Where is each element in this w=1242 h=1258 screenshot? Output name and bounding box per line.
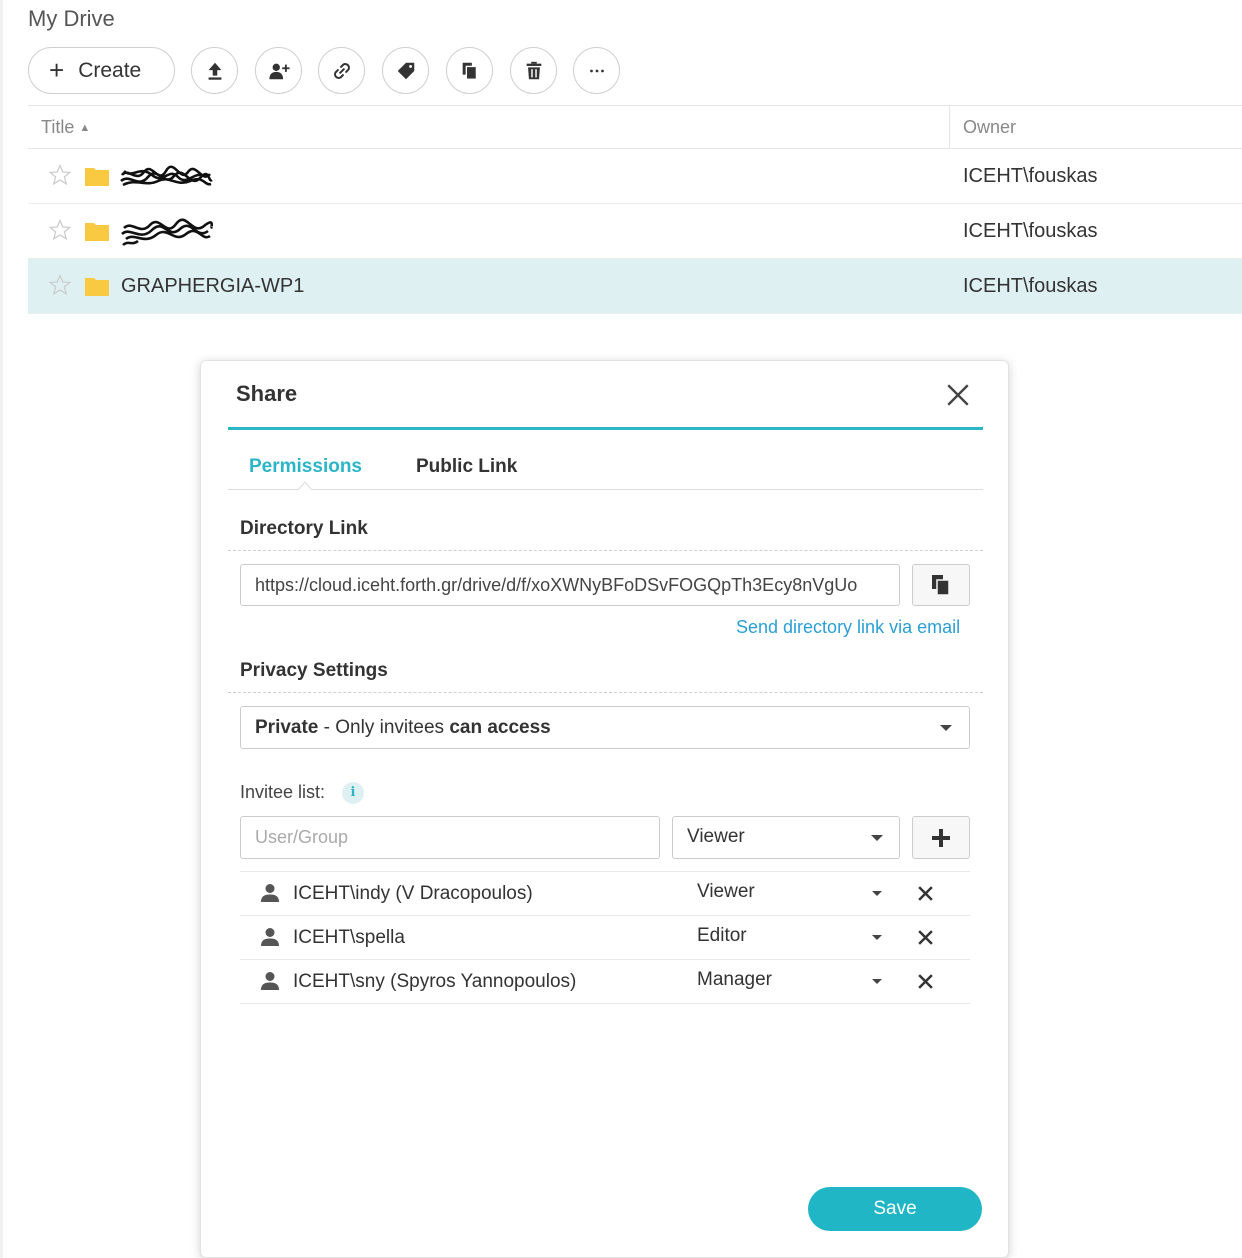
directory-link-label: Directory Link (240, 518, 368, 539)
delete-button[interactable] (510, 47, 557, 94)
remove-icon[interactable] (917, 929, 934, 946)
invitee-row: ICEHT\indy (V Dracopoulos) Viewer (240, 872, 970, 916)
privacy-settings-label: Privacy Settings (240, 660, 388, 681)
invitee-list: ICEHT\indy (V Dracopoulos) Viewer ICEHT\… (240, 871, 970, 1004)
user-icon (261, 972, 279, 990)
user-group-input[interactable] (240, 816, 660, 859)
invitee-row: ICEHT\spella Editor (240, 916, 970, 960)
share-dialog: Share Permissions Public Link Directory … (200, 360, 1009, 1258)
owner-cell: ICEHT\fouskas (963, 275, 1098, 297)
star-icon[interactable] (48, 218, 72, 242)
privacy-value-bold: Private (255, 717, 319, 738)
owner-cell: ICEHT\fouskas (963, 220, 1098, 242)
section-divider (228, 692, 983, 693)
chevron-down-icon (940, 725, 952, 731)
owner-column-header[interactable]: Owner (963, 117, 1016, 138)
redacted-name (120, 165, 213, 187)
privacy-value-tail: can access (449, 717, 551, 738)
upload-button[interactable] (191, 47, 238, 94)
info-icon[interactable]: i (342, 782, 364, 804)
active-tab-indicator (298, 481, 312, 490)
table-header: Title ▲ Owner (28, 105, 1242, 149)
table-row-selected[interactable]: GRAPHERGIA-WP1 ICEHT\fouskas (28, 259, 1242, 314)
copy-button[interactable] (446, 47, 493, 94)
chevron-down-icon[interactable] (872, 935, 882, 940)
plus-icon (932, 828, 950, 847)
page-left-border (0, 0, 3, 1258)
more-icon (589, 69, 604, 72)
directory-link-field[interactable]: https://cloud.iceht.forth.gr/drive/d/f/x… (240, 564, 900, 606)
remove-icon[interactable] (917, 973, 934, 990)
share-tabs: Permissions Public Link (228, 449, 983, 490)
copy-icon (462, 62, 477, 80)
title-underline (228, 427, 983, 430)
link-button[interactable] (318, 47, 365, 94)
privacy-select[interactable]: Private - Only invitees can access (240, 706, 970, 749)
file-name[interactable]: GRAPHERGIA-WP1 (121, 275, 304, 298)
folder-icon (85, 278, 109, 296)
create-button[interactable]: + Create (28, 47, 175, 94)
dialog-title: Share (236, 381, 298, 406)
title-column-header[interactable]: Title ▲ (41, 117, 90, 138)
star-icon[interactable] (48, 273, 72, 297)
copy-icon (932, 575, 950, 596)
privacy-value-text: - Only invitees (318, 717, 450, 738)
table-row[interactable]: ICEHT\fouskas (28, 149, 1242, 204)
remove-icon[interactable] (917, 885, 934, 902)
create-label: Create (78, 58, 142, 82)
add-invitee-button[interactable] (912, 816, 970, 859)
chevron-down-icon[interactable] (872, 891, 882, 896)
folder-icon (85, 168, 109, 186)
chevron-down-icon[interactable] (872, 979, 882, 984)
tag-icon (397, 62, 414, 79)
add-user-button[interactable] (255, 47, 302, 94)
column-divider (949, 106, 950, 148)
more-button[interactable] (573, 47, 620, 94)
upload-icon (208, 62, 221, 80)
invitee-list-label: Invitee list: (240, 782, 326, 802)
chevron-down-icon (871, 835, 883, 841)
page-title: My Drive (28, 6, 115, 31)
tab-public-link[interactable]: Public Link (416, 456, 517, 478)
save-button[interactable]: Save (808, 1187, 982, 1231)
folder-icon (85, 223, 109, 241)
owner-cell: ICEHT\fouskas (963, 165, 1098, 187)
star-icon[interactable] (48, 163, 72, 187)
plus-icon: + (49, 54, 65, 85)
tab-permissions[interactable]: Permissions (249, 456, 362, 478)
send-link-email[interactable]: Send directory link via email (736, 617, 960, 638)
copy-link-button[interactable] (912, 564, 970, 606)
invitee-name: ICEHT\sny (Spyros Yannopoulos) (293, 971, 577, 992)
file-table: Title ▲ Owner ICEHT\fouskas ICEHT\fouska… (28, 105, 1242, 314)
invitee-role-select[interactable]: Viewer (697, 881, 755, 903)
add-user-icon (268, 63, 290, 79)
invitee-role-select[interactable]: Editor (697, 925, 747, 947)
role-select-value: Viewer (687, 826, 745, 847)
trash-icon (526, 61, 541, 79)
redacted-name (121, 218, 214, 247)
tag-button[interactable] (382, 47, 429, 94)
role-select[interactable]: Viewer (672, 816, 900, 859)
sort-up-icon: ▲ (79, 122, 91, 134)
user-icon (261, 928, 279, 946)
invitee-name: ICEHT\indy (V Dracopoulos) (293, 883, 533, 904)
user-icon (261, 884, 279, 902)
close-icon[interactable] (945, 382, 971, 408)
link-icon (333, 62, 350, 79)
section-divider (228, 550, 983, 551)
invitee-row: ICEHT\sny (Spyros Yannopoulos) Manager (240, 960, 970, 1004)
invitee-role-select[interactable]: Manager (697, 969, 772, 991)
invitee-name: ICEHT\spella (293, 927, 405, 948)
table-row[interactable]: ICEHT\fouskas (28, 204, 1242, 259)
